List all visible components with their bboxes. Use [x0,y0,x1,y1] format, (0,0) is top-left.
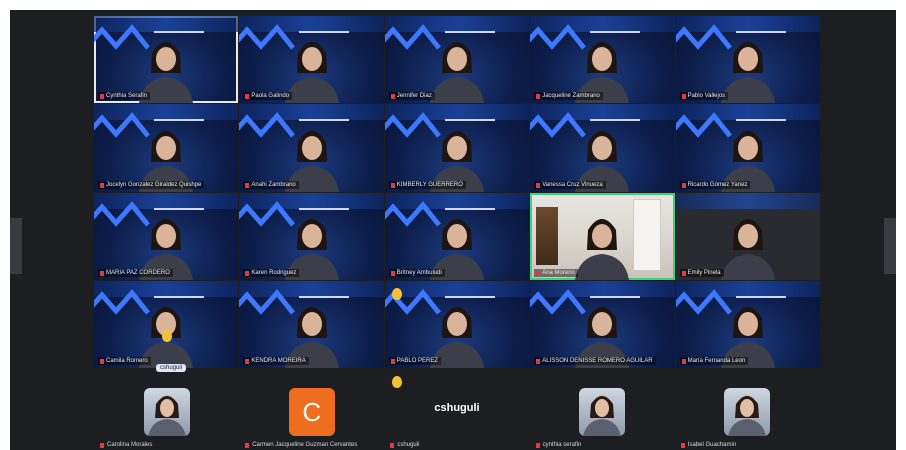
participant-video-feed [429,42,484,104]
participant-name: cynthia serafin [535,442,581,448]
participant-gallery: Cynthia Serafin Paola Galindo Jennifer Dia… [94,16,820,368]
participant-name: Carolina Morales [100,442,152,448]
participant-tile[interactable]: ALISSON DENISSE ROMERO AGUILAR [530,280,675,368]
door-background [632,198,661,271]
participant-name: Ricardo Gómez Yanez [679,180,751,189]
avatar [579,388,626,436]
participant-name: Karen Rodriguez [243,268,300,277]
participant-display-name: cshuguli [434,402,480,414]
strip-participant[interactable]: Isabel Guachamin [675,376,820,448]
participant-tile[interactable]: Cynthia Serafin [94,16,239,104]
participant-tile[interactable]: Paola Galindo [239,16,384,104]
raised-hand-icon [392,288,402,300]
participant-tile[interactable]: Camila Romero [94,280,239,368]
participant-tile[interactable]: Anahi Zambrano [239,104,384,192]
avatar: C [288,388,335,436]
participant-tile[interactable]: Karen Rodriguez [239,192,384,280]
participant-name: Camila Romero [98,357,151,365]
meeting-window: Cynthia Serafin Paola Galindo Jennifer Dia… [10,10,896,450]
participant-tile[interactable]: Pablo Vallejos [675,16,820,104]
participant-tile[interactable]: Jennifer Diaz [384,16,530,104]
participant-name: PABLO PEREZ [388,357,442,365]
participant-name: Britney Ambuludi [388,268,445,277]
participant-video-feed [575,218,630,280]
participant-tile[interactable]: MARIA PAZ CORDERO [94,192,239,280]
participant-tile[interactable]: María Fernanda Leon [675,280,820,368]
participant-name: María Fernanda Leon [679,357,749,365]
participant-tile[interactable]: KENDRA MOREIRA [239,280,384,368]
participant-name: Vanessa Cruz Vinueza [534,180,606,189]
participant-name: Anahi Zambrano [243,180,299,189]
participant-tile[interactable]: PABLO PEREZ [384,280,530,368]
participant-name: KIMBERLY GUERRERO [388,180,466,189]
participant-name: ALISSON DENISSE ROMERO AGUILAR [534,357,656,365]
participant-tile[interactable]: Britney Ambuludi [384,192,530,280]
raised-hand-icon [162,330,172,342]
participant-name: Pablo Vallejos [679,92,729,101]
strip-participant[interactable]: cynthia serafin [530,376,675,448]
participant-name: Ana Moreno [534,268,578,277]
participant-video-feed [720,218,775,280]
participant-name: Jennifer Diaz [388,92,435,101]
reaction-name-tag: cshuguli [156,364,187,372]
participant-name: Paola Galindo [243,92,293,101]
avatar [143,388,190,436]
participant-tile[interactable]: Vanessa Cruz Vinueza [530,104,675,192]
participant-tile[interactable]: Jocelyn Gonzalez Giraldez Quishpe [94,104,239,192]
avatar [724,388,771,436]
participant-tile[interactable]: KIMBERLY GUERRERO [384,104,530,192]
participant-tile[interactable]: Ricardo Gómez Yanez [675,104,820,192]
participant-name: MARIA PAZ CORDERO [98,268,173,277]
participant-name: Jocelyn Gonzalez Giraldez Quishpe [98,180,205,189]
participant-tile[interactable]: Emily Pinela [675,192,820,280]
strip-participant[interactable]: Carolina Morales [94,376,239,448]
participant-name: Isabel Guachamin [680,442,736,448]
participant-name: Carmen Jacqueline Guzman Cervantes [245,442,357,448]
strip-participant[interactable]: C Carmen Jacqueline Guzman Cervantes [239,376,384,448]
participant-tile[interactable]: Jacqueline Zambrano [530,16,675,104]
participant-name: Emily Pinela [679,268,724,277]
participant-tile[interactable]: Ana Moreno [530,192,675,280]
participant-name: Jacqueline Zambrano [534,92,603,101]
banner-graphic [675,192,820,209]
participant-strip: Carolina Morales C Carmen Jacqueline Guzma… [94,376,820,448]
participant-name: Cynthia Serafin [98,92,151,101]
participant-name: cshuguli [390,442,419,448]
next-page-arrow[interactable] [884,218,896,274]
strip-participant[interactable]: cshuguli cshuguli [384,376,529,448]
previous-page-arrow[interactable] [10,218,22,274]
bookshelf-background [536,206,559,265]
participant-name: KENDRA MOREIRA [243,357,309,365]
